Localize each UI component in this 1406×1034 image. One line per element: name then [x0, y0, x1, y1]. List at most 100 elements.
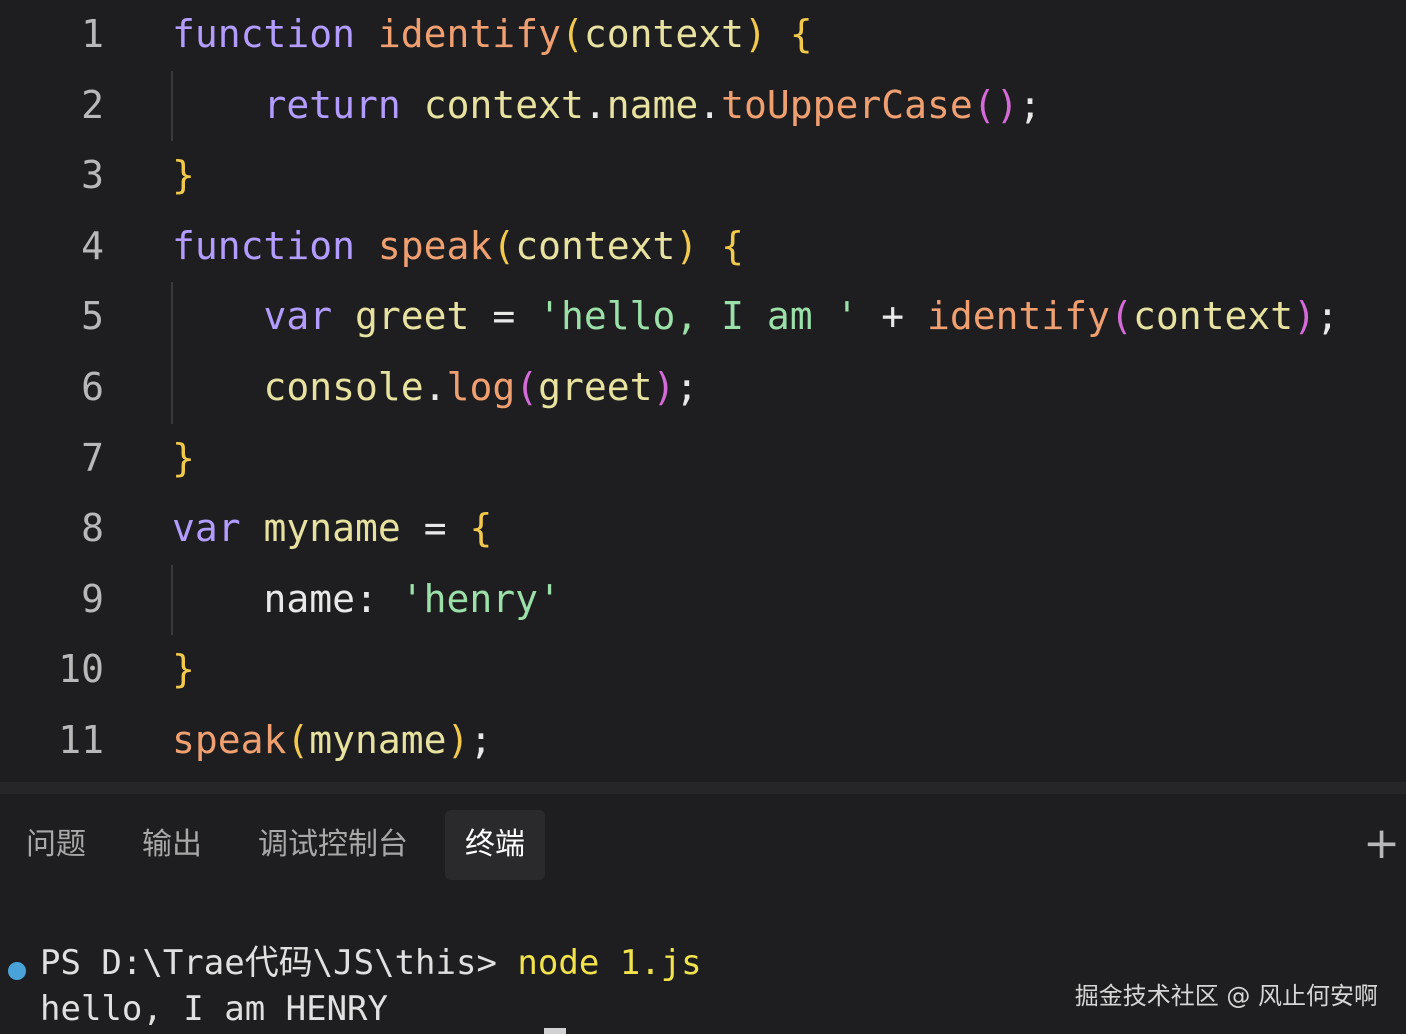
- code-token: myname: [309, 718, 447, 762]
- code-text: var greet = 'hello, I am ' + identify(co…: [172, 290, 1339, 342]
- code-token: (: [1110, 294, 1133, 339]
- indent-guide: [171, 282, 173, 424]
- terminal-prompt-line[interactable]: PS D:\Trae代码\JS\this> node 1.js: [40, 940, 702, 986]
- code-editor[interactable]: 1 function identify(context) {2 return co…: [0, 0, 1406, 782]
- line-number: 6: [81, 365, 104, 409]
- code-text: }: [172, 432, 195, 484]
- code-line[interactable]: 6 console.log(greet);: [0, 353, 1406, 423]
- code-token: function: [172, 12, 356, 56]
- line-number: 1: [81, 12, 104, 56]
- tab-terminal[interactable]: 终端: [445, 810, 545, 880]
- code-token: return: [263, 82, 401, 127]
- line-number: 2: [81, 82, 104, 127]
- tab-output[interactable]: 输出: [142, 810, 202, 880]
- panel-divider[interactable]: [0, 782, 1406, 794]
- code-text: speak(myname);: [172, 714, 492, 766]
- code-token: name: [606, 82, 699, 127]
- code-token: greet: [538, 365, 653, 409]
- plus-icon[interactable]: +: [1363, 818, 1400, 870]
- code-token: ): [652, 365, 676, 409]
- code-token: .: [583, 82, 607, 127]
- code-line[interactable]: 5 var greet = 'hello, I am ' + identify(…: [0, 282, 1406, 352]
- code-token: :: [355, 576, 401, 621]
- code-token: }: [172, 153, 195, 198]
- code-token: log: [446, 365, 516, 409]
- code-token: speak: [377, 223, 493, 268]
- code-token: .: [423, 365, 447, 409]
- tab-debug-console[interactable]: 调试控制台: [258, 810, 408, 880]
- code-text: var myname = {: [172, 502, 492, 554]
- code-line[interactable]: 2 return context.name.toUpperCase();: [0, 71, 1406, 141]
- code-token: {: [789, 12, 813, 56]
- code-text: return context.name.toUpperCase();: [172, 79, 1042, 131]
- code-token: speak: [172, 718, 287, 762]
- code-token: context: [515, 223, 676, 268]
- line-number: 7: [81, 435, 104, 480]
- code-token: ;: [1315, 294, 1339, 339]
- tab-problems[interactable]: 问题: [26, 810, 86, 880]
- code-text: function speak(context) {: [172, 220, 744, 272]
- code-token: ): [1293, 294, 1316, 339]
- code-token: ;: [469, 718, 493, 762]
- code-token: ): [744, 12, 767, 56]
- code-token: 'hello, I am ': [538, 294, 859, 339]
- line-number: 4: [81, 223, 104, 268]
- code-token: }: [172, 435, 195, 480]
- terminal-status-dot: [8, 962, 26, 980]
- code-token: ): [446, 718, 470, 762]
- code-text: console.log(greet);: [172, 361, 699, 413]
- terminal-prompt: PS D:\Trae代码\JS\this>: [40, 943, 518, 983]
- code-token: (: [515, 365, 539, 409]
- code-text: function identify(context) {: [172, 8, 813, 60]
- code-token: .: [698, 82, 722, 127]
- code-line[interactable]: 11 speak(myname);: [0, 706, 1406, 776]
- code-line[interactable]: 4 function speak(context) {: [0, 212, 1406, 282]
- code-token: greet: [355, 294, 470, 339]
- code-token: ): [675, 223, 699, 268]
- indent-guide: [171, 70, 173, 142]
- code-token: identify: [927, 294, 1111, 339]
- code-text: }: [172, 643, 195, 695]
- code-line[interactable]: 7}: [0, 424, 1406, 494]
- code-line[interactable]: 3}: [0, 141, 1406, 211]
- code-line[interactable]: 10}: [0, 635, 1406, 705]
- code-token: name: [263, 576, 356, 621]
- code-token: console: [263, 365, 424, 409]
- code-token: toUpperCase: [721, 82, 973, 127]
- code-token: context: [583, 12, 744, 56]
- code-token: +: [858, 294, 928, 339]
- code-token: (: [286, 718, 310, 762]
- code-token: ;: [675, 365, 699, 409]
- code-token: =: [469, 294, 539, 339]
- line-number: 3: [81, 153, 104, 198]
- code-token: (: [492, 223, 516, 268]
- terminal-cursor: [544, 1028, 566, 1034]
- terminal-command: node 1.js: [517, 943, 702, 983]
- code-token: }: [172, 647, 195, 692]
- code-token: {: [469, 506, 493, 551]
- code-token: =: [400, 506, 470, 551]
- code-token: var: [263, 294, 333, 339]
- code-line[interactable]: 1 function identify(context) {: [0, 0, 1406, 70]
- code-token: context: [423, 82, 584, 127]
- code-text: }: [172, 149, 195, 201]
- code-token: 'henry': [400, 576, 561, 621]
- code-token: {: [721, 223, 745, 268]
- line-number: 5: [81, 294, 104, 339]
- code-line[interactable]: 8 var myname = {: [0, 494, 1406, 564]
- code-token: (): [972, 82, 1019, 127]
- code-line[interactable]: 9 name: 'henry': [0, 565, 1406, 635]
- code-token: identify: [377, 12, 561, 56]
- code-token: (: [560, 12, 584, 56]
- code-token: ;: [1018, 82, 1042, 127]
- terminal-output: hello, I am HENRY: [40, 989, 388, 1029]
- code-token: context: [1132, 294, 1294, 339]
- code-token: myname: [263, 506, 401, 551]
- code-text: name: 'henry': [172, 573, 561, 625]
